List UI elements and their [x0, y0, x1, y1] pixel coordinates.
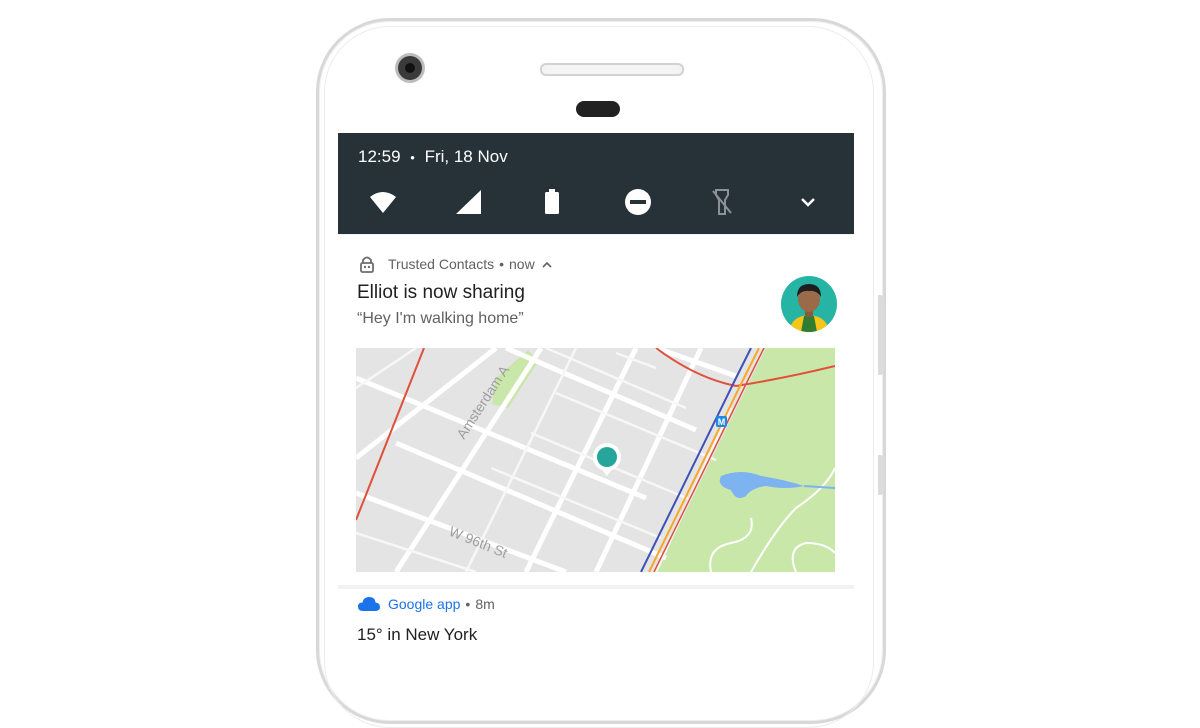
trusted-contacts-notification[interactable]: Trusted Contacts • now Elliot is now sha… — [338, 235, 854, 585]
trusted-contacts-lock-icon — [358, 255, 378, 273]
do-not-disturb-icon[interactable] — [624, 188, 652, 216]
notification2-separator: • — [465, 596, 471, 612]
notification2-title: 15° in New York — [357, 625, 478, 644]
battery-icon[interactable] — [538, 188, 566, 216]
subway-marker-label: M — [718, 417, 726, 427]
notification-separator: • — [499, 256, 504, 272]
flashlight-off-icon[interactable] — [708, 188, 736, 216]
status-date: Fri, 18 Nov — [424, 147, 508, 166]
notification-title: Elliot is now sharing — [357, 282, 525, 303]
notification2-app-name: Google app — [388, 596, 461, 612]
notification-message: “Hey I'm walking home” — [357, 310, 524, 327]
status-time: 12:59 — [358, 147, 401, 166]
cloud-icon — [358, 597, 380, 611]
front-camera — [398, 56, 422, 80]
cellular-signal-icon[interactable] — [455, 188, 483, 216]
wifi-icon[interactable] — [369, 188, 397, 216]
power-button — [878, 455, 884, 495]
expand-icon[interactable] — [794, 188, 822, 216]
notification-header: Trusted Contacts • now — [358, 255, 553, 273]
notification-app-name: Trusted Contacts — [388, 256, 495, 272]
notification2-time: 8m — [475, 596, 495, 612]
status-separator: • — [410, 150, 415, 165]
volume-button — [878, 295, 884, 375]
google-app-notification[interactable]: Google app • 8m 15° in New York — [338, 589, 854, 653]
proximity-sensor — [576, 101, 620, 117]
status-datetime: 12:59 • Fri, 18 Nov — [358, 147, 508, 167]
quick-settings-panel: 12:59 • Fri, 18 Nov — [338, 133, 854, 234]
notification2-header: Google app • 8m — [358, 596, 495, 612]
contact-avatar — [781, 276, 837, 332]
location-map[interactable]: M Amsterdam A W 96th St — [356, 348, 835, 572]
collapse-chevron-icon[interactable] — [541, 258, 553, 270]
notification-time: now — [509, 256, 535, 272]
earpiece-speaker — [540, 63, 684, 76]
phone-screen: 12:59 • Fri, 18 Nov Trusted Contacts • n… — [338, 133, 854, 653]
